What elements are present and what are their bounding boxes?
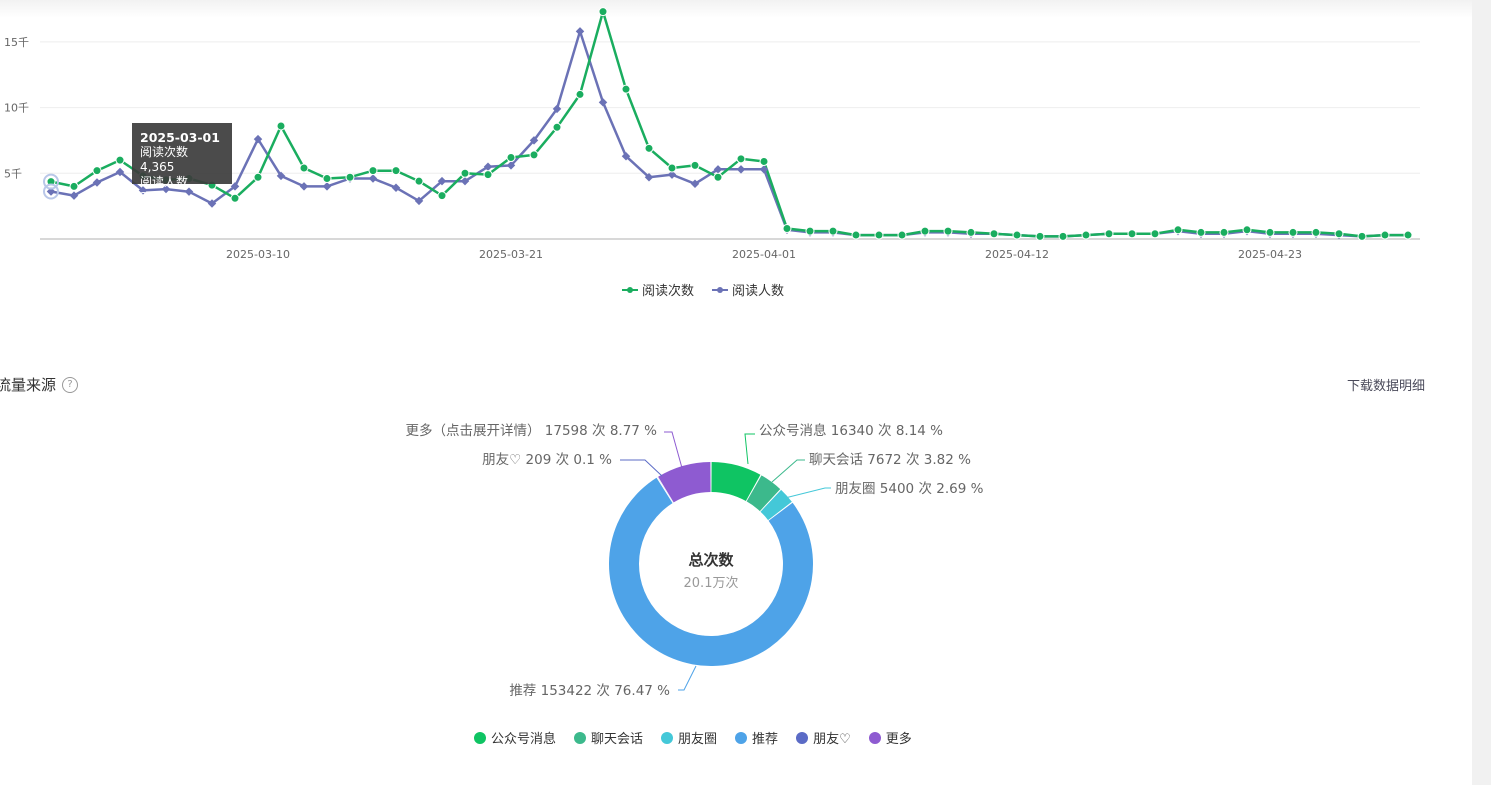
callout-label-more: 更多（点击展开详情） 17598 次 8.77 % [406,422,658,439]
pie-center-title: 总次数 [688,551,734,569]
pie-legend-item[interactable]: 朋友♡ [796,728,851,747]
callout-label-rec: 推荐 153422 次 76.47 % [509,683,670,699]
pie-legend: 公众号消息 聊天会话 朋友圈 推荐 朋友♡ 更多 [474,728,912,747]
pie-chart: 公众号消息 16340 次 8.14 % 聊天会话 7672 次 3.82 % 朋友… [406,422,984,699]
pie-legend-label: 朋友圈 [678,732,718,747]
callout-label-moments: 朋友圈 5400 次 2.69 % [835,481,984,497]
callout-label-chat: 聊天会话 7672 次 3.82 % [809,452,971,468]
pie-legend-label: 公众号消息 [491,732,557,747]
pie-legend-label: 聊天会话 [591,732,644,747]
callout-label-gzh: 公众号消息 16340 次 8.14 % [759,422,943,439]
callout-leader-line [678,665,697,691]
pie-legend-item[interactable]: 朋友圈 [661,728,717,747]
callout-leader-line [784,487,831,499]
pie-legend-label: 推荐 [752,732,779,747]
pie-legend-item[interactable]: 公众号消息 [474,728,556,747]
callout-leader-line [771,459,805,483]
legend-dot-icon [868,731,881,744]
pie-legend-label: 更多 [885,732,912,747]
legend-dot-icon [574,731,587,744]
callout-leader-line [620,459,663,477]
callout-leader-line [664,431,683,469]
pie-center-value: 20.1万次 [683,576,739,591]
legend-dot-icon [796,731,809,744]
legend-dot-icon [474,731,486,744]
callout-leader-line [744,433,755,465]
scrollbar[interactable] [1472,0,1491,785]
pie-legend-item[interactable]: 聊天会话 [574,728,643,747]
pie-legend-item[interactable]: 推荐 [735,728,778,747]
legend-dot-icon [661,731,674,744]
callout-label-friend: 朋友♡ 209 次 0.1 % [482,452,612,468]
pie-legend-label: 朋友♡ [813,732,851,747]
legend-dot-icon [735,731,748,744]
pie-legend-item[interactable]: 更多 [868,728,912,747]
